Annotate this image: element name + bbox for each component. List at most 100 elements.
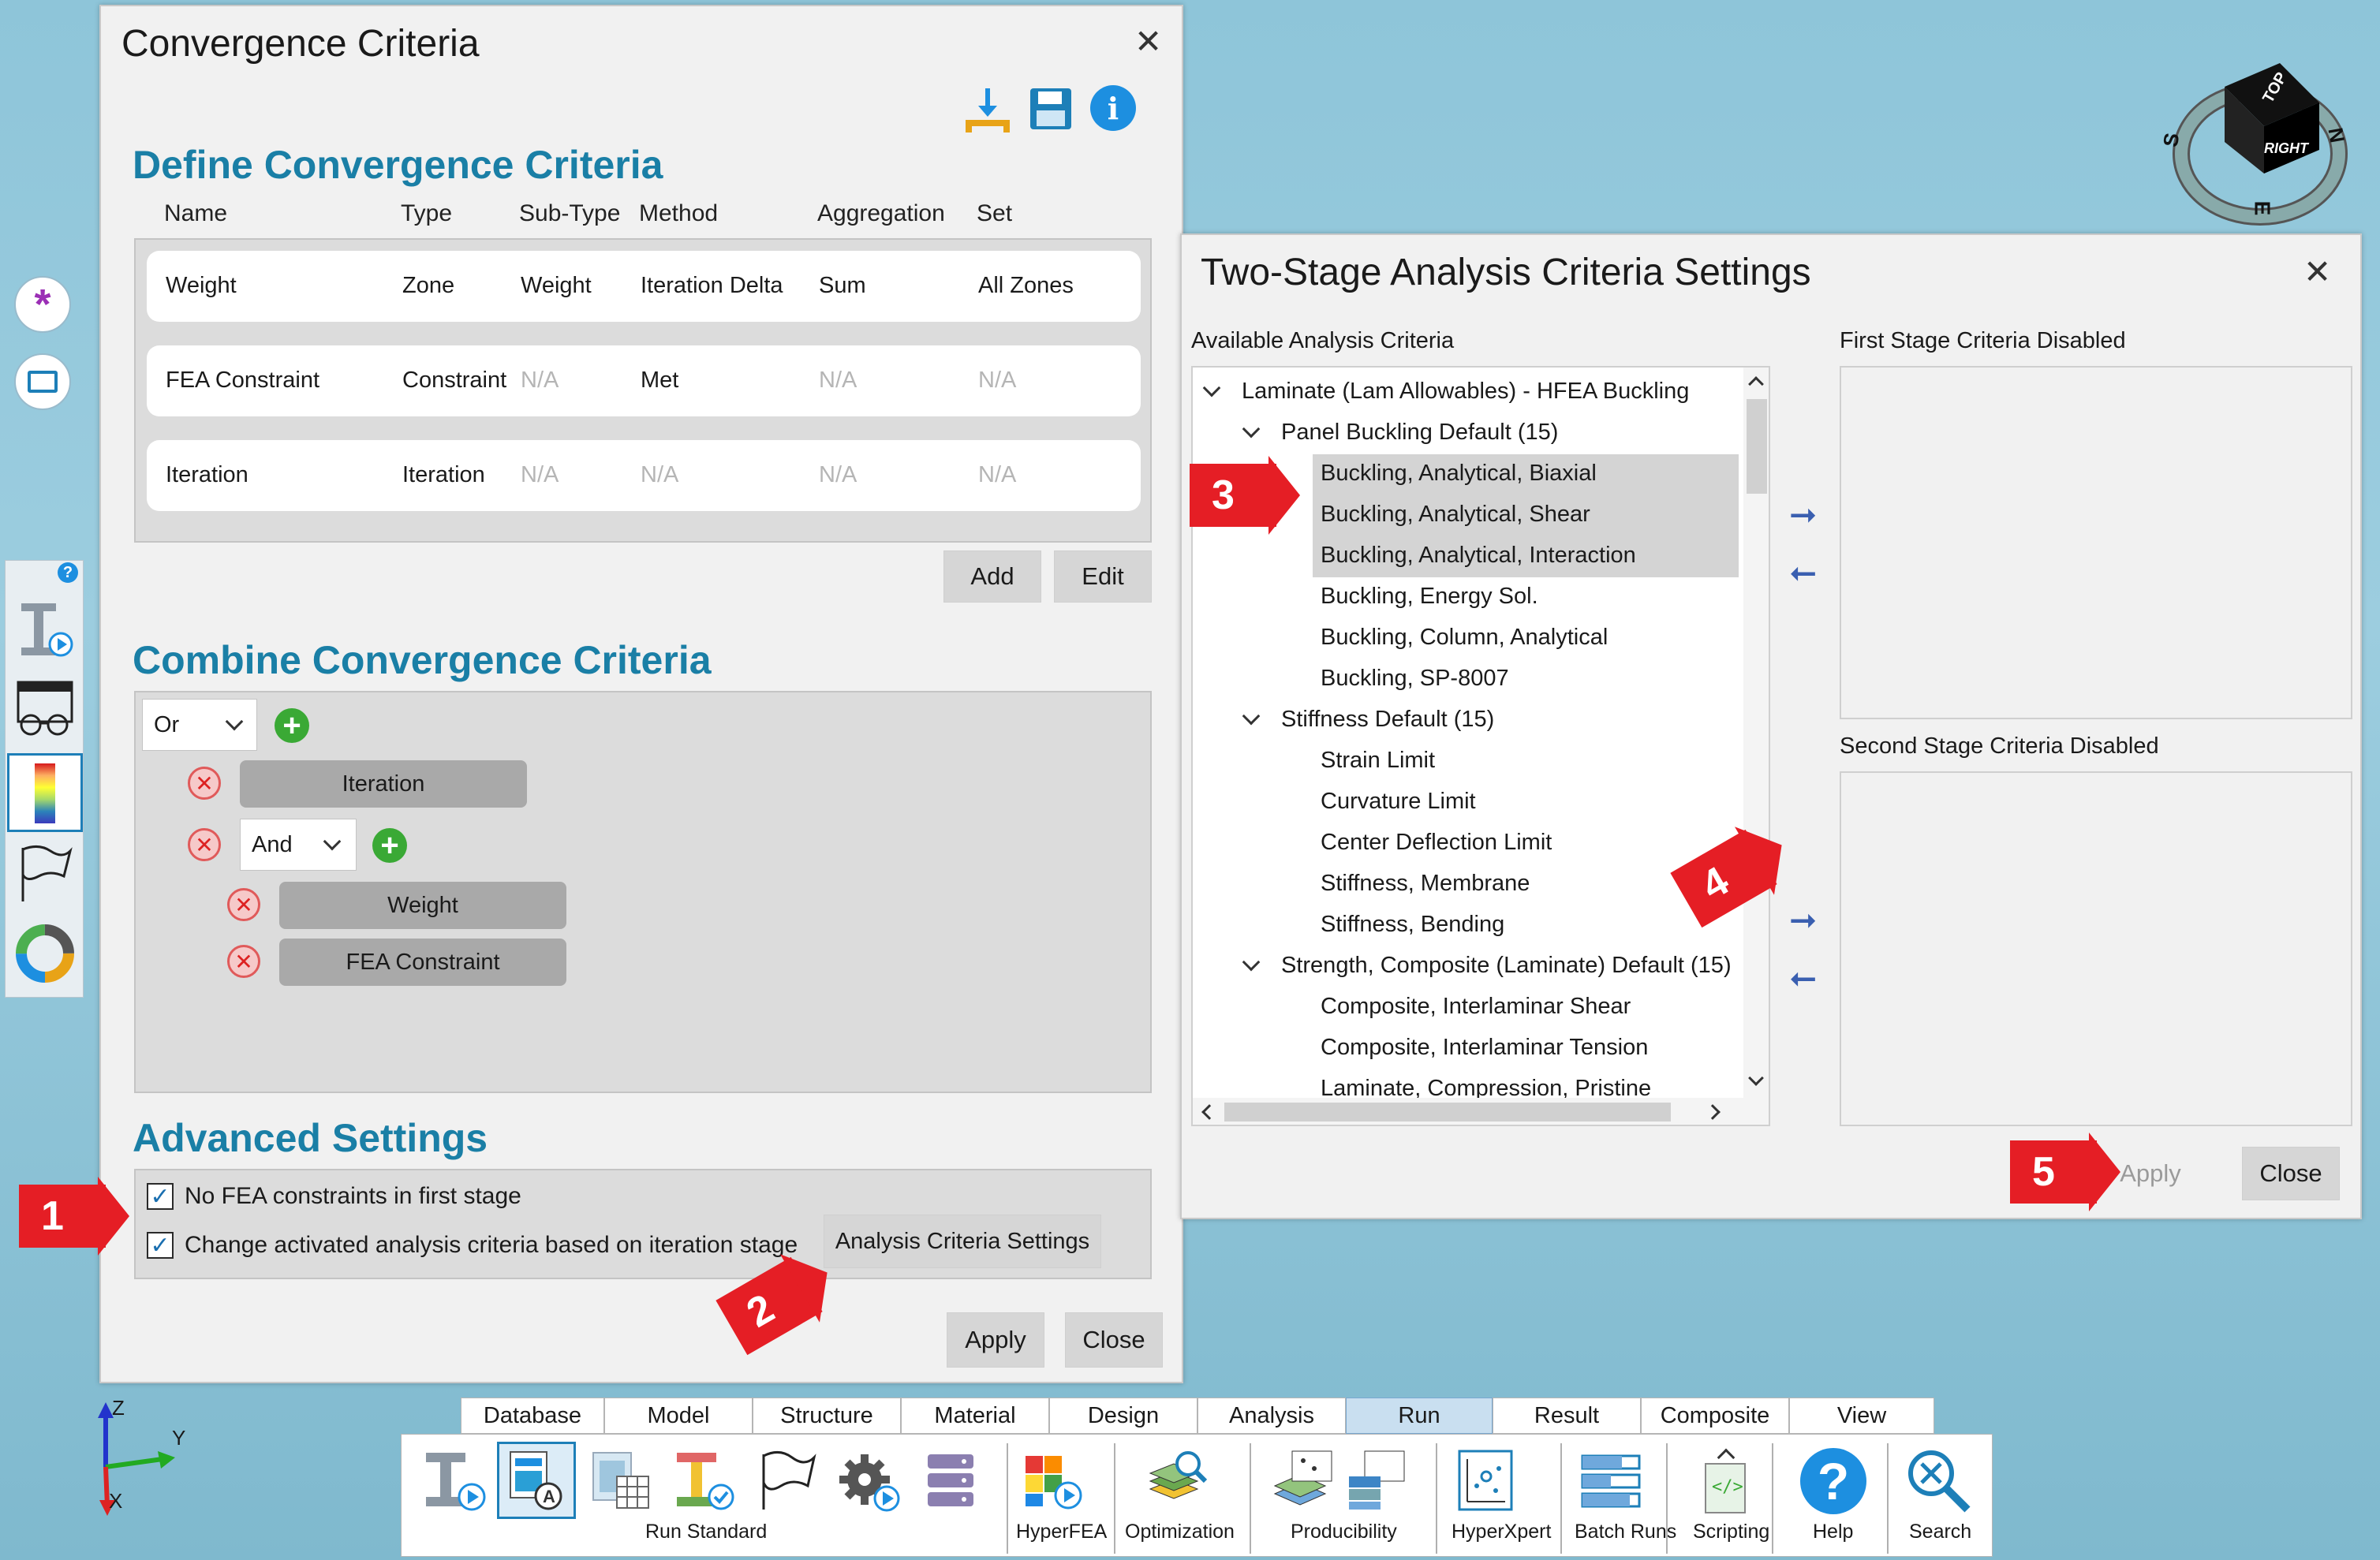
change-criteria-checkbox[interactable]: ✓	[147, 1232, 174, 1259]
tree-leaf-item[interactable]: Strain Limit	[1321, 748, 1435, 774]
add-button[interactable]: Add	[943, 550, 1041, 603]
download-icon[interactable]	[962, 85, 1013, 132]
flag-icon[interactable]	[751, 1445, 822, 1516]
move-right-second-icon[interactable]: ➞	[1789, 901, 1817, 939]
tab-run[interactable]: Run	[1346, 1398, 1493, 1434]
tree-group-item[interactable]: Stiffness Default (15)	[1281, 707, 1494, 733]
expand-chevron-icon[interactable]	[1202, 379, 1221, 397]
rainbow-i-icon[interactable]	[667, 1445, 738, 1516]
scroll-thumb-h[interactable]	[1224, 1103, 1671, 1121]
tree-leaf-item[interactable]: Composite, Interlaminar Shear	[1321, 994, 1631, 1020]
tree-leaf-item[interactable]: Buckling, Analytical, Interaction	[1321, 543, 1636, 569]
remove-weight-icon[interactable]: ✕	[227, 888, 260, 921]
scroll-right-icon[interactable]	[1705, 1104, 1721, 1120]
tab-database[interactable]: Database	[461, 1398, 604, 1434]
edit-button[interactable]: Edit	[1054, 550, 1152, 603]
expand-chevron-icon[interactable]	[1242, 953, 1261, 972]
tree-leaf-item[interactable]: Composite, Interlaminar Tension	[1321, 1035, 1648, 1061]
move-left-first-icon[interactable]: ➞	[1789, 554, 1817, 592]
tree-leaf-item[interactable]: Stiffness, Bending	[1321, 912, 1504, 938]
save-icon[interactable]	[1029, 87, 1073, 131]
tab-material[interactable]: Material	[901, 1398, 1049, 1434]
tree-group-item[interactable]: Strength, Composite (Laminate) Default (…	[1281, 953, 1732, 979]
tree-leaf-item[interactable]: Center Deflection Limit	[1321, 830, 1552, 856]
help-badge[interactable]: ?	[58, 562, 78, 583]
close-button[interactable]: Close	[2242, 1147, 2340, 1200]
remove-and-group-icon[interactable]: ✕	[188, 828, 221, 861]
hyperfea-icon[interactable]	[1018, 1445, 1089, 1516]
criteria-row-iteration[interactable]: Iteration Iteration N/A N/A N/A N/A	[147, 440, 1141, 511]
close-icon[interactable]: ✕	[2303, 252, 2331, 291]
producibility-icon-2[interactable]	[1341, 1445, 1412, 1516]
group-run-standard: Run Standard	[645, 1521, 768, 1543]
move-right-first-icon[interactable]: ➞	[1789, 495, 1817, 534]
add-subcondition-icon[interactable]: +	[372, 828, 407, 863]
tree-leaf-item[interactable]: Buckling, Column, Analytical	[1321, 625, 1608, 651]
col-method: Method	[639, 200, 719, 226]
color-wheel-icon[interactable]	[15, 924, 75, 983]
scripting-icon[interactable]: </>	[1694, 1461, 1758, 1521]
criteria-row-weight[interactable]: Weight Zone Weight Iteration Delta Sum A…	[147, 251, 1141, 322]
server-icon[interactable]	[915, 1445, 986, 1516]
second-stage-list[interactable]	[1840, 771, 2352, 1126]
criteria-row-fea-constraint[interactable]: FEA Constraint Constraint N/A Met N/A N/…	[147, 345, 1141, 416]
tree-leaf-item[interactable]: Stiffness, Membrane	[1321, 871, 1530, 897]
scroll-down-icon[interactable]	[1748, 1070, 1764, 1086]
no-fea-first-stage-checkbox[interactable]: ✓	[147, 1183, 174, 1210]
tree-leaf-item[interactable]: Buckling, Analytical, Shear	[1321, 502, 1590, 528]
tree-root-item[interactable]: Laminate (Lam Allowables) - HFEA Bucklin…	[1242, 379, 1689, 405]
close-icon[interactable]: ✕	[1134, 22, 1162, 61]
i-beam-run-icon[interactable]	[418, 1445, 489, 1516]
weight-node[interactable]: Weight	[279, 882, 566, 929]
scroll-up-icon[interactable]	[1748, 376, 1764, 392]
first-stage-list[interactable]	[1840, 366, 2352, 719]
tab-composite[interactable]: Composite	[1641, 1398, 1789, 1434]
root-operator-select[interactable]: Or	[142, 699, 257, 751]
expand-chevron-icon[interactable]	[1242, 707, 1261, 726]
scroll-thumb[interactable]	[1747, 399, 1767, 494]
tab-structure[interactable]: Structure	[753, 1398, 901, 1434]
analysis-criteria-settings-button[interactable]: Analysis Criteria Settings	[824, 1215, 1101, 1268]
expand-chevron-icon[interactable]	[1242, 420, 1261, 439]
tree-leaf-item[interactable]: Buckling, SP-8007	[1321, 666, 1509, 692]
hyperxpert-icon[interactable]	[1452, 1445, 1523, 1516]
horizontal-scrollbar[interactable]	[1193, 1098, 1769, 1125]
fea-constraint-node[interactable]: FEA Constraint	[279, 939, 566, 986]
flag-icon[interactable]	[15, 842, 75, 905]
cell-method: Iteration Delta	[641, 273, 783, 298]
gear-icon[interactable]	[833, 1445, 904, 1516]
search-icon[interactable]	[1903, 1445, 1974, 1516]
tree-group-item[interactable]: Panel Buckling Default (15)	[1281, 420, 1558, 446]
producibility-icon-1[interactable]	[1268, 1445, 1339, 1516]
sub-operator-select[interactable]: And	[240, 819, 357, 871]
analysis-run-icon[interactable]: A	[497, 1442, 576, 1519]
optimization-icon[interactable]	[1142, 1445, 1213, 1516]
close-button[interactable]: Close	[1065, 1312, 1163, 1368]
tree-leaf-item[interactable]: Buckling, Energy Sol.	[1321, 584, 1538, 610]
tree-leaf-item[interactable]: Curvature Limit	[1321, 789, 1476, 815]
help-icon[interactable]: ?	[1800, 1448, 1866, 1514]
move-left-second-icon[interactable]: ➞	[1789, 959, 1817, 998]
glasses-view-icon[interactable]	[13, 677, 77, 741]
scroll-left-icon[interactable]	[1201, 1104, 1217, 1120]
i-beam-run-icon[interactable]	[17, 599, 73, 662]
left-tool-rectangle[interactable]	[14, 353, 71, 410]
batch-runs-icon[interactable]	[1576, 1445, 1647, 1516]
contour-legend-icon[interactable]	[7, 753, 83, 832]
iteration-node[interactable]: Iteration	[240, 760, 527, 808]
tree-leaf-item[interactable]: Buckling, Analytical, Biaxial	[1321, 461, 1597, 487]
left-tool-star[interactable]: *	[14, 276, 71, 333]
tab-view[interactable]: View	[1789, 1398, 1934, 1434]
add-condition-icon[interactable]: +	[275, 708, 309, 743]
remove-fea-constraint-icon[interactable]: ✕	[227, 945, 260, 978]
remove-iteration-icon[interactable]: ✕	[188, 767, 221, 800]
grid-run-icon[interactable]	[585, 1445, 656, 1516]
view-cube[interactable]: TOP RIGHT S N E	[2158, 55, 2359, 229]
tab-design[interactable]: Design	[1049, 1398, 1197, 1434]
vertical-scrollbar[interactable]	[1743, 368, 1769, 1098]
info-icon[interactable]: i	[1090, 85, 1136, 131]
apply-button[interactable]: Apply	[947, 1312, 1044, 1368]
tab-result[interactable]: Result	[1493, 1398, 1641, 1434]
tab-analysis[interactable]: Analysis	[1197, 1398, 1346, 1434]
tab-model[interactable]: Model	[604, 1398, 753, 1434]
